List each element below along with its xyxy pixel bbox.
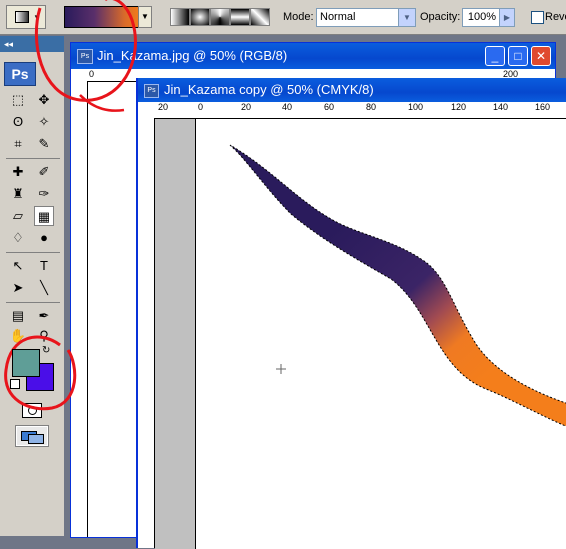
gradient-dropdown-button[interactable]: ▼	[138, 6, 152, 28]
tools-panel-header[interactable]: ◂◂	[0, 36, 64, 52]
opacity-value: 100%	[467, 11, 496, 23]
reflected-gradient-button[interactable]	[230, 8, 250, 26]
ruler-label: 60	[324, 102, 335, 112]
tools-divider	[6, 252, 60, 253]
reverse-label: Reve	[545, 11, 566, 23]
window-title: Jin_Kazama copy @ 50% (CMYK/8)	[164, 82, 374, 97]
opacity-slider-button[interactable]: ▶	[499, 8, 515, 27]
ruler-label: 20	[241, 102, 252, 112]
blur-tool-icon[interactable]: ♢	[8, 228, 28, 248]
crosshair-cursor-icon	[276, 364, 286, 374]
radial-gradient-button[interactable]	[190, 8, 210, 26]
ruler-label: 0	[198, 102, 204, 112]
clone-stamp-tool-icon[interactable]: ♜	[8, 184, 28, 204]
opacity-label: Opacity:	[420, 11, 461, 23]
ruler-label: 0	[89, 69, 95, 79]
healing-brush-tool-icon[interactable]: ✚	[8, 162, 28, 182]
window-title-bar[interactable]: Ps Jin_Kazama.jpg @ 50% (RGB/8) _ □ ✕	[71, 43, 555, 69]
eyedropper-tool-icon[interactable]: ✒	[34, 306, 54, 326]
pasteboard	[155, 119, 196, 549]
ruler-label: 120	[451, 102, 467, 112]
photoshop-doc-icon: Ps	[77, 49, 93, 64]
document-canvas[interactable]	[196, 119, 566, 549]
minimize-button[interactable]: _	[485, 46, 505, 66]
gradient-tool-icon[interactable]: ▦	[34, 206, 54, 226]
move-tool-icon[interactable]: ✥	[34, 90, 54, 110]
line-tool-icon[interactable]: ╲	[34, 278, 54, 298]
type-tool-icon[interactable]: T	[34, 256, 54, 276]
vertical-ruler	[71, 81, 88, 537]
default-colors-icon[interactable]	[10, 379, 20, 389]
window-title-bar[interactable]: Ps Jin_Kazama copy @ 50% (CMYK/8)	[138, 78, 566, 102]
photoshop-doc-icon: Ps	[144, 84, 159, 98]
ruler-label: 40	[282, 102, 293, 112]
path-selection-tool-icon[interactable]: ↖	[8, 256, 28, 276]
screen-mode-icon[interactable]	[15, 425, 49, 447]
chevron-down-icon: ▼	[398, 9, 415, 26]
diamond-gradient-button[interactable]	[250, 8, 270, 26]
tools-divider	[6, 158, 60, 159]
eraser-tool-icon[interactable]: ▱	[8, 206, 28, 226]
close-button[interactable]: ✕	[531, 46, 551, 66]
pen-tool-icon[interactable]: ➤	[8, 278, 28, 298]
ruler-label: 100	[408, 102, 424, 112]
vertical-ruler	[138, 118, 155, 548]
ruler-label: 20	[158, 102, 169, 112]
slice-tool-icon[interactable]: ✎	[34, 134, 54, 154]
angle-gradient-button[interactable]	[210, 8, 230, 26]
options-bar: ▼ ▼ Mode: Normal ▼ Opacity: 100% ▶ Reve	[0, 0, 566, 35]
quick-mask-icon[interactable]	[22, 403, 42, 418]
gradient-tool-icon	[15, 11, 29, 23]
mode-label: Mode:	[283, 11, 314, 23]
foreground-color-swatch[interactable]	[12, 349, 40, 377]
chevron-down-icon: ▼	[33, 13, 41, 22]
mode-value: Normal	[320, 11, 356, 23]
marquee-tool-icon[interactable]: ⬚	[8, 90, 28, 110]
tools-panel: ◂◂ Ps ⬚ ✥ ʘ ✧ ⌗ ✎ ✚ ✐ ♜ ✑ ▱ ▦ ♢ ● ↖ T ➤ …	[0, 36, 64, 536]
ruler-label: 160	[535, 102, 551, 112]
crop-tool-icon[interactable]: ⌗	[8, 134, 28, 154]
tool-preset-picker[interactable]: ▼	[6, 5, 46, 29]
notes-tool-icon[interactable]: ▤	[8, 306, 28, 326]
ruler-label: 80	[366, 102, 377, 112]
maximize-button[interactable]: □	[508, 46, 528, 66]
lasso-tool-icon[interactable]: ʘ	[8, 112, 28, 132]
linear-gradient-button[interactable]	[170, 8, 190, 26]
window-title: Jin_Kazama.jpg @ 50% (RGB/8)	[97, 48, 288, 63]
ruler-label: 140	[493, 102, 509, 112]
zoom-tool-icon[interactable]: ⚲	[34, 326, 54, 346]
mode-select[interactable]: Normal ▼	[316, 8, 416, 27]
document-window-jin-kazama-copy[interactable]: Ps Jin_Kazama copy @ 50% (CMYK/8) 20 0 2…	[136, 78, 566, 549]
dodge-tool-icon[interactable]: ●	[34, 228, 54, 248]
opacity-input[interactable]: 100%	[462, 8, 500, 27]
magic-wand-tool-icon[interactable]: ✧	[34, 112, 54, 132]
history-brush-tool-icon[interactable]: ✑	[34, 184, 54, 204]
brush-tool-icon[interactable]: ✐	[34, 162, 54, 182]
gradient-picker[interactable]	[64, 6, 140, 28]
photoshop-logo[interactable]: Ps	[4, 62, 36, 86]
swap-colors-icon[interactable]: ↻	[42, 345, 50, 356]
reverse-checkbox[interactable]	[531, 11, 544, 24]
gradient-stroke-selection	[229, 144, 566, 427]
horizontal-ruler: 20 0 20 40 60 80 100 120 140 160	[138, 102, 566, 119]
hand-tool-icon[interactable]: ✋	[8, 326, 28, 346]
tools-divider	[6, 302, 60, 303]
